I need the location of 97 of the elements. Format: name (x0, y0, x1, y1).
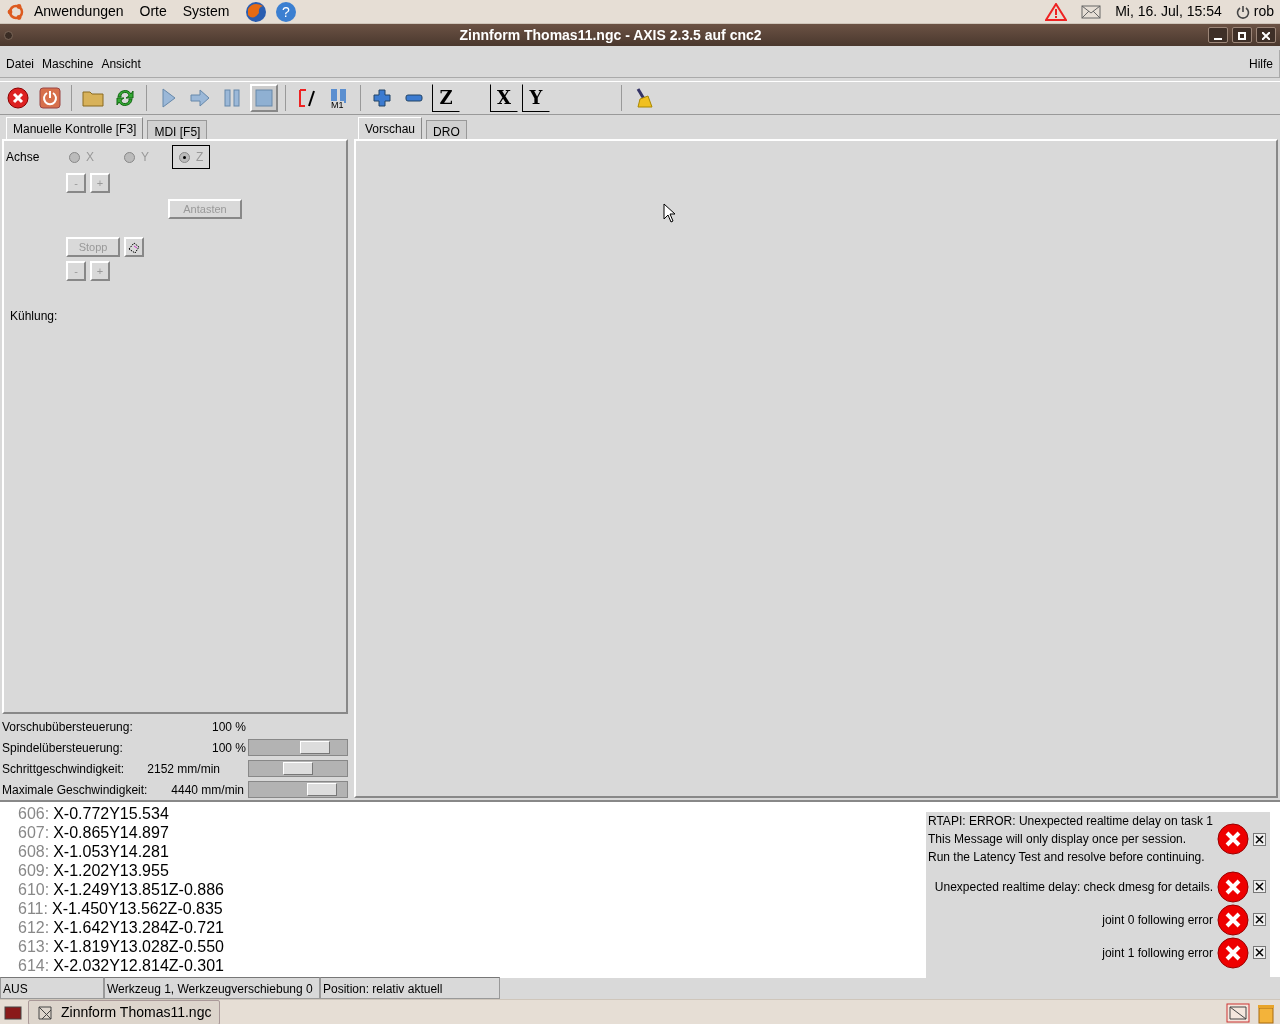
mouse-cursor-icon (663, 203, 676, 223)
view-button[interactable]: X (490, 84, 518, 112)
menu-item[interactable]: System (182, 1, 230, 22)
brake-button[interactable] (124, 237, 144, 257)
close-icon (1262, 32, 1270, 41)
taskbar-window-button[interactable]: Zinnform Thomas11.ngc (28, 1000, 221, 1024)
override-value: 100 % (210, 739, 246, 757)
dismiss-button[interactable] (1253, 880, 1266, 893)
line-number: 609: (18, 861, 50, 880)
gcode-line: X-1.053Y14.281 (53, 842, 169, 861)
toolbar-button[interactable] (4, 84, 32, 112)
hand-icon (127, 241, 141, 256)
tab[interactable]: Manuelle Kontrolle [F3] (6, 117, 144, 139)
pause-icon (221, 87, 243, 109)
line-number: 613: (18, 937, 50, 956)
close-icon (1255, 882, 1264, 892)
axis-label: Achse (6, 149, 41, 166)
message-text: joint 0 following error (1102, 911, 1213, 929)
slider[interactable] (248, 781, 348, 798)
menu-item[interactable]: Hilfe (1249, 54, 1273, 73)
stop-icon (7, 87, 29, 109)
maximize-button[interactable] (1232, 27, 1252, 43)
arrow-icon (189, 87, 211, 109)
message-text: RTAPI: ERROR: Unexpected realtime delay on task 1 (928, 813, 1213, 830)
window-title: Zinnform Thomas11.ngc - AXIS 2.3.5 auf cnc2 (458, 25, 763, 45)
error-icon (1217, 823, 1249, 855)
coolant-label: Kühlung: (10, 308, 59, 325)
plus-icon (371, 87, 393, 109)
override-value: 100 % (210, 718, 246, 736)
gcode-line: X-1.642Y13.284Z-0.721 (53, 918, 224, 937)
line-number: 611: (18, 899, 48, 918)
menu-item[interactable]: Orte (139, 1, 167, 22)
line-number: 610: (18, 880, 50, 899)
power-icon (1235, 4, 1250, 19)
square-icon (253, 87, 275, 109)
override-value: 2152 mm/min (146, 760, 220, 778)
slider[interactable] (248, 739, 348, 756)
status-field: Position: relativ aktuell (320, 977, 500, 999)
show-desktop-icon[interactable] (4, 1004, 22, 1021)
message-text: This Message will only display once per session. (928, 831, 1188, 848)
tab[interactable]: MDI [F5] (147, 120, 208, 139)
message-text: Run the Latency Test and resolve before continuing. (928, 849, 1206, 866)
message-text: Unexpected realtime delay: check dmesg for details. (934, 878, 1213, 896)
override-label: Vorschubübersteuerung: (2, 718, 134, 736)
toolbar-button[interactable]: M1 (325, 84, 353, 112)
override-label: Maximale Geschwindigkeit: (2, 781, 149, 799)
dismiss-button[interactable] (1253, 913, 1266, 926)
menu-item[interactable]: Ansicht (101, 54, 141, 73)
gcode-line: X-1.819Y13.028Z-0.550 (53, 937, 224, 956)
view-button[interactable]: Z (432, 84, 460, 112)
line-number: 612: (18, 918, 50, 937)
error-icon (1217, 870, 1249, 903)
menu-item[interactable]: Datei (6, 54, 34, 73)
gcode-line: X-1.202Y13.955 (53, 861, 169, 880)
window-app-icon (37, 1004, 53, 1021)
view-button[interactable]: Y (522, 84, 550, 112)
dismiss-button[interactable] (1253, 832, 1266, 846)
power-icon (39, 87, 61, 109)
error-icon (1217, 936, 1249, 969)
error-icon (1217, 903, 1249, 936)
menu-item[interactable]: Maschine (42, 54, 94, 73)
clock[interactable]: Mi, 16. Jul, 15:54 (1115, 1, 1222, 22)
logo-icon[interactable] (6, 1, 26, 22)
help-icon[interactable]: ? (275, 0, 298, 23)
menu-item[interactable]: Anwendungen (34, 1, 124, 22)
reload-icon (114, 87, 136, 109)
gcode-line: X-0.772Y15.534 (53, 804, 169, 823)
close-icon (1255, 948, 1264, 958)
close-button[interactable] (1256, 27, 1276, 43)
line-number: 607: (18, 823, 50, 842)
dismiss-button[interactable] (1253, 946, 1266, 959)
line-number: 614: (18, 956, 50, 975)
maximize-icon (1238, 32, 1246, 41)
line-number: 608: (18, 842, 50, 861)
tab[interactable]: Vorschau (358, 117, 423, 139)
line-number: 606: (18, 804, 50, 823)
block-delete-icon (296, 87, 318, 109)
minimize-button[interactable] (1208, 27, 1228, 43)
window-app-icon[interactable] (1226, 1002, 1250, 1023)
gcode-line: X-1.450Y13.562Z-0.835 (51, 899, 223, 918)
gcode-line: X-0.865Y14.897 (53, 823, 169, 842)
status-field: Werkzeug 1, Werkzeugverschiebung 0 (104, 977, 320, 999)
override-label: Schrittgeschwindigkeit: (2, 760, 126, 778)
slider[interactable] (248, 760, 348, 777)
close-icon (1255, 834, 1264, 844)
gcode-line: X-2.032Y12.814Z-0.301 (53, 956, 224, 975)
override-value: 4440 mm/min (170, 781, 244, 799)
gcode-line: X-1.249Y13.851Z-0.886 (53, 880, 224, 899)
message-text: joint 1 following error (1102, 944, 1213, 962)
user-menu[interactable]: rob (1235, 1, 1274, 22)
status-field: AUS (0, 977, 104, 999)
mail-icon[interactable] (1081, 4, 1102, 19)
override-label: Spindelübersteuerung: (2, 739, 124, 757)
close-icon (1255, 915, 1264, 925)
tab[interactable]: DRO (426, 120, 467, 139)
warning-icon[interactable] (1045, 2, 1068, 21)
globe-icon[interactable] (245, 0, 268, 23)
